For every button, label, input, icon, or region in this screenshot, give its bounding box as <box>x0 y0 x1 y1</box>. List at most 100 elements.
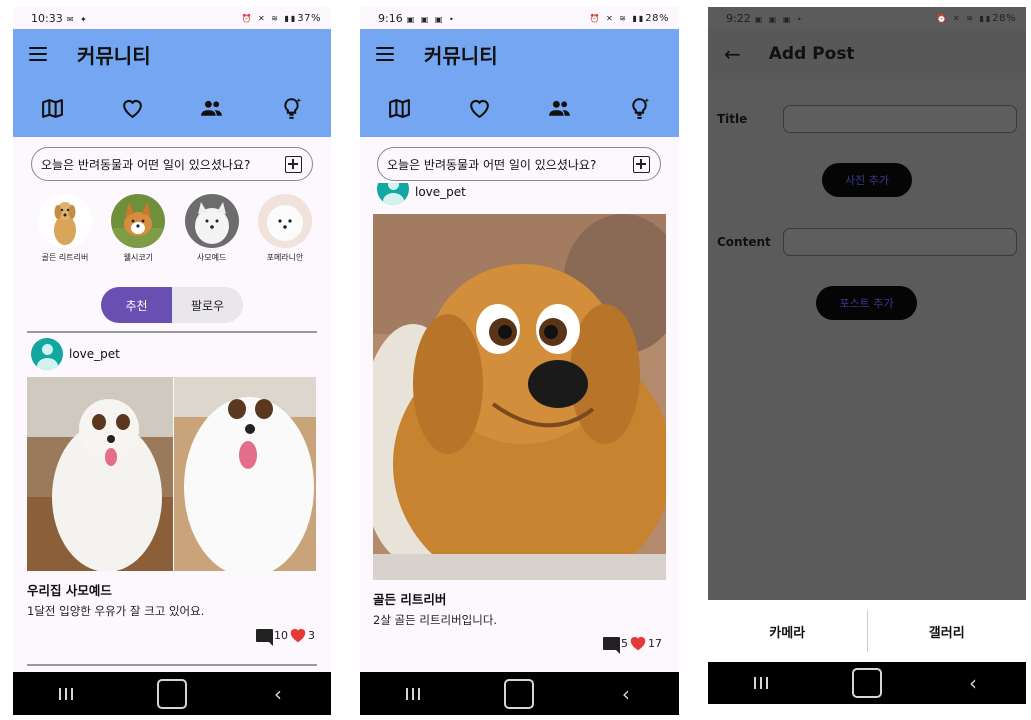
like-count: 3 <box>308 628 315 642</box>
post-stats: 5 17 <box>603 635 662 654</box>
recent-apps-button[interactable] <box>746 668 776 698</box>
status-bar: 9:16 ▣ ▣ ▣ • ⏰ ✕ ≋ ▮▮28% <box>360 7 679 29</box>
author-name: love_pet <box>415 185 466 199</box>
breed-item-welsh-corgi[interactable]: 웰시코기 <box>108 194 168 263</box>
breed-image-golden-retriever <box>38 194 92 248</box>
comment-count: 10 <box>274 628 288 642</box>
page-title: 커뮤니티 <box>77 43 151 68</box>
post-title: 우리집 사모예드 <box>27 583 112 598</box>
status-bar: 10:33 ✉ ✦ ⏰ ✕ ≋ ▮▮37% <box>13 7 331 29</box>
post-author[interactable]: love_pet <box>31 338 120 370</box>
comment-icon[interactable] <box>603 636 620 654</box>
system-icons: ⏰ ✕ ≋ ▮▮ <box>936 13 993 23</box>
recent-apps-button[interactable] <box>51 679 81 709</box>
system-nav-bar: ‹ <box>13 672 331 715</box>
group-icon[interactable] <box>542 91 576 125</box>
menu-icon[interactable] <box>29 47 47 61</box>
post-title: 골든 리트리버 <box>373 592 447 607</box>
page-title: 커뮤니티 <box>424 43 498 68</box>
breed-image-samoyed <box>184 194 239 248</box>
heart-icon[interactable] <box>629 635 647 651</box>
heart-icon[interactable] <box>289 627 307 643</box>
back-button[interactable]: ‹ <box>263 679 293 709</box>
battery-level: 37% <box>297 12 321 24</box>
breed-item-samoyed[interactable]: 사모예드 <box>182 194 242 263</box>
back-arrow-icon[interactable]: ← <box>724 42 741 66</box>
breed-image-welsh-corgi <box>111 194 166 248</box>
add-photo-button[interactable]: 사진 추가 <box>822 163 912 197</box>
battery-level: 28% <box>992 12 1016 24</box>
add-post-button[interactable]: 포스트 추가 <box>816 286 917 320</box>
author-name: love_pet <box>69 347 120 361</box>
post-prompt-text: 오늘은 반려동물과 어떤 일이 있으셨나요? <box>387 157 597 172</box>
post-prompt-text: 오늘은 반려동물과 어떤 일이 있으셨나요? <box>41 157 251 172</box>
post-body: 1달전 입양한 우유가 잘 크고 있어요. <box>27 604 205 618</box>
post-photo-1[interactable] <box>27 377 173 571</box>
breed-label: 골든 리트리버 <box>41 253 89 262</box>
system-icons: ⏰ ✕ ≋ ▮▮ <box>241 13 298 23</box>
add-post-screen: 9:22 ▣ ▣ ▣ • ⏰ ✕ ≋ ▮▮28% ← Add Post Title… <box>708 7 1026 704</box>
community-screen-1: 10:33 ✉ ✦ ⏰ ✕ ≋ ▮▮37% 커뮤니티 오늘은 반려동물과 어떤 일… <box>13 7 331 715</box>
status-time: 9:16 <box>378 11 403 25</box>
gallery-option[interactable]: 갤러리 <box>868 622 1027 641</box>
back-button[interactable]: ‹ <box>958 668 988 698</box>
heart-outline-icon[interactable] <box>463 91 497 125</box>
lightbulb-icon[interactable] <box>274 91 308 125</box>
feed-toggle: 추천 팔로우 <box>101 287 243 323</box>
notification-icons: ▣ ▣ ▣ • <box>754 14 804 24</box>
app-bar: 커뮤니티 <box>360 29 679 79</box>
post-prompt-input[interactable]: 오늘은 반려동물과 어떤 일이 있으셨나요? <box>377 147 661 181</box>
status-time: 10:33 <box>31 11 63 25</box>
breed-label: 사모예드 <box>196 253 227 262</box>
breed-label: 포메라니안 <box>266 253 304 262</box>
avatar <box>31 338 63 370</box>
post-prompt-input[interactable]: 오늘은 반려동물과 어떤 일이 있으셨나요? <box>31 147 313 181</box>
breed-list: 골든 리트리버 웰시코기 사모예드 포메라니안 <box>35 194 315 263</box>
title-label: Title <box>717 112 748 126</box>
divider <box>27 331 317 333</box>
home-button[interactable] <box>852 668 882 698</box>
map-icon[interactable] <box>36 91 70 125</box>
divider <box>27 664 317 666</box>
top-nav <box>13 79 331 137</box>
comment-count: 5 <box>621 636 628 650</box>
breed-item-pomeranian[interactable]: 포메라니안 <box>255 194 315 263</box>
content-input[interactable] <box>783 228 1017 256</box>
title-input[interactable] <box>783 105 1017 133</box>
avatar <box>377 183 409 205</box>
community-screen-2: 9:16 ▣ ▣ ▣ • ⏰ ✕ ≋ ▮▮28% 커뮤니티 오늘은 반려동물과 어… <box>360 7 679 715</box>
status-bar: 9:22 ▣ ▣ ▣ • ⏰ ✕ ≋ ▮▮28% <box>708 7 1026 29</box>
status-time: 9:22 <box>726 11 751 25</box>
menu-icon[interactable] <box>376 47 394 61</box>
tab-recommend[interactable]: 추천 <box>101 287 172 323</box>
back-button[interactable]: ‹ <box>611 679 641 709</box>
breed-item-golden-retriever[interactable]: 골든 리트리버 <box>35 194 95 263</box>
home-button[interactable] <box>157 678 187 709</box>
recent-apps-button[interactable] <box>398 679 428 709</box>
home-button[interactable] <box>504 678 535 709</box>
map-icon[interactable] <box>383 91 417 125</box>
tab-follow[interactable]: 팔로우 <box>172 287 243 323</box>
post-author[interactable]: love_pet <box>377 183 466 205</box>
post-stats: 10 3 <box>256 627 315 646</box>
add-box-icon[interactable] <box>633 156 650 173</box>
heart-outline-icon[interactable] <box>115 91 149 125</box>
add-box-icon[interactable] <box>285 156 302 173</box>
breed-image-pomeranian <box>257 194 312 248</box>
post-photo-2[interactable] <box>174 377 316 571</box>
camera-option[interactable]: 카메라 <box>708 622 867 641</box>
content-label: Content <box>717 235 771 249</box>
post-body: 2살 골든 리트리버입니다. <box>373 613 498 627</box>
breed-label: 웰시코기 <box>123 253 154 262</box>
like-count: 17 <box>648 636 662 650</box>
group-icon[interactable] <box>195 91 229 125</box>
notification-icons: ▣ ▣ ▣ • <box>406 14 456 24</box>
page-title: Add Post <box>768 44 855 64</box>
system-nav-bar: ‹ <box>360 672 679 715</box>
battery-level: 28% <box>645 12 669 24</box>
comment-icon[interactable] <box>256 628 273 646</box>
lightbulb-icon[interactable] <box>622 91 656 125</box>
system-nav-bar: ‹ <box>708 662 1026 704</box>
top-nav <box>360 79 679 137</box>
post-photo[interactable] <box>373 214 666 580</box>
